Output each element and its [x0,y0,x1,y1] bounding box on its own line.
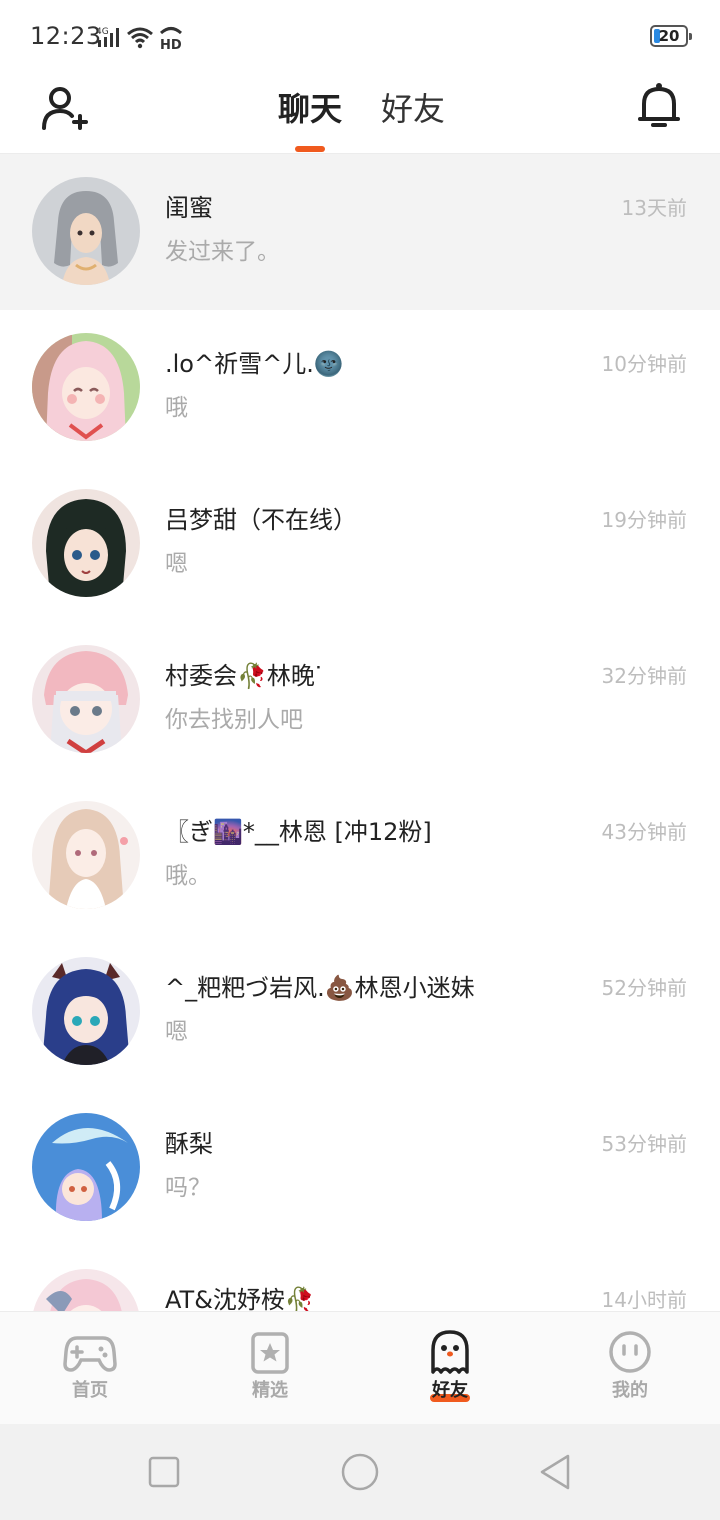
star-card-icon [251,1332,289,1374]
chat-row[interactable]: 村委会🥀林晚ᐝ 你去找别人吧 32分钟前 [0,622,720,778]
avatar [32,489,140,597]
battery-icon: 20 [650,25,692,47]
avatar [32,177,140,285]
chat-time: 52分钟前 [601,976,687,1000]
avatar [32,1113,140,1221]
home-button-icon[interactable] [338,1450,382,1494]
chat-last-message: 发过来了。 [165,239,280,265]
nav-friends[interactable]: 好友 [360,1312,540,1425]
battery-level: 20 [658,27,680,45]
svg-text:4G: 4G [96,27,109,37]
chat-row[interactable]: 闺蜜 发过来了。 13天前 [0,154,720,310]
bottom-nav: 首页 精选 好友 我的 [0,1311,720,1424]
nav-home[interactable]: 首页 [0,1312,180,1425]
gamepad-icon [63,1336,117,1372]
system-nav-bar [0,1424,720,1520]
chat-last-message: 嗯 [165,1019,188,1045]
status-icons: 4G HD [96,24,184,50]
wifi-icon [127,27,153,49]
chat-row[interactable]: .lo^祈雪^儿.🌚 哦 10分钟前 [0,310,720,466]
back-icon[interactable] [536,1452,576,1492]
nav-label: 精选 [252,1380,288,1401]
signal-icon: 4G [96,27,119,47]
chat-time: 14小时前 [601,1288,687,1311]
avatar [32,333,140,441]
chat-name: AT&沈妤桉🥀 [165,1286,315,1311]
chat-row[interactable]: 酥梨 吗？ 53分钟前 [0,1090,720,1246]
chat-row[interactable]: AT&沈妤桉🥀 14小时前 [0,1246,720,1311]
chat-time: 10分钟前 [601,352,687,376]
chat-name: 酥梨 [165,1130,213,1158]
tab-active-indicator [295,146,325,152]
face-icon [609,1331,651,1373]
chat-last-message: 嗯 [165,551,188,577]
chat-time: 53分钟前 [601,1132,687,1156]
svg-text:HD: HD [160,38,182,50]
chat-last-message: 你去找别人吧 [165,707,303,733]
chat-time: 32分钟前 [601,664,687,688]
chat-name: 闺蜜 [165,194,213,222]
chat-last-message: 哦 [165,395,188,421]
nav-label: 我的 [612,1380,648,1401]
chat-last-message: 吗？ [165,1175,211,1201]
chat-time: 43分钟前 [601,820,687,844]
chat-row[interactable]: 吕梦甜（不在线） 嗯 19分钟前 [0,466,720,622]
chat-time: 13天前 [621,196,687,220]
chat-list[interactable]: 闺蜜 发过来了。 13天前 .lo^祈雪^儿.🌚 哦 10分钟前 吕梦甜（不在线… [0,154,720,1311]
bell-icon[interactable] [638,80,680,132]
nav-label: 首页 [72,1380,108,1401]
avatar [32,645,140,753]
status-bar: 12:23 4G HD 20 [0,0,720,72]
nav-me[interactable]: 我的 [540,1312,720,1425]
chat-name: 村委会🥀林晚ᐝ [165,662,322,690]
chat-name: 〖ぎ🌆*__林恩 [冲12粉] [165,818,432,846]
chat-row[interactable]: 〖ぎ🌆*__林恩 [冲12粉] 哦。 43分钟前 [0,778,720,934]
chat-row[interactable]: ^_粑粑づ岩风.💩林恩小迷妹 嗯 52分钟前 [0,934,720,1090]
chat-name: .lo^祈雪^儿.🌚 [165,350,344,378]
avatar [32,957,140,1065]
top-bar: 聊天 好友 [0,72,720,154]
hd-call-icon: HD [159,27,183,50]
tab-friends[interactable]: 好友 [381,84,445,130]
avatar [32,1269,140,1311]
nav-label: 好友 [432,1380,468,1401]
ghost-icon [431,1330,469,1374]
chat-time: 19分钟前 [601,508,687,532]
chat-last-message: 哦。 [165,863,211,889]
nav-featured[interactable]: 精选 [180,1312,360,1425]
status-time: 12:23 [30,22,102,50]
recent-apps-icon[interactable] [144,1452,184,1492]
chat-name: ^_粑粑づ岩风.💩林恩小迷妹 [165,974,475,1002]
chat-name: 吕梦甜（不在线） [165,506,357,534]
avatar [32,801,140,909]
tab-chat[interactable]: 聊天 [278,84,342,130]
add-friend-icon[interactable] [38,82,90,134]
